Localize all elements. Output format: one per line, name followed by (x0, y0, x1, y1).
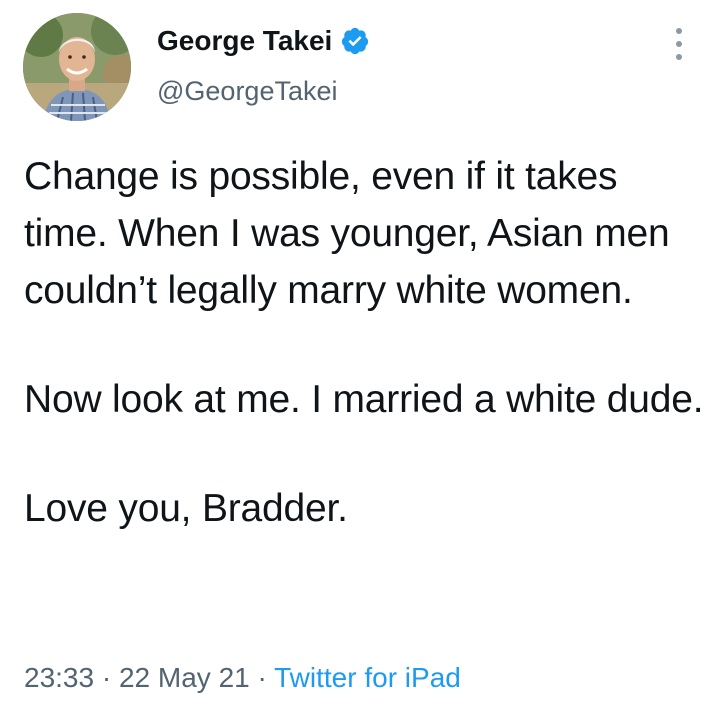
more-vertical-icon[interactable] (667, 28, 691, 60)
tweet-paragraph: Love you, Bradder. (24, 487, 348, 530)
tweet-paragraph: Now look at me. I married a white dude. (24, 378, 704, 421)
verified-badge-icon (342, 27, 369, 55)
more-dot (676, 28, 682, 34)
tweet-text: Change is possible, even if it takes tim… (24, 148, 704, 537)
tweet-paragraph: Change is possible, even if it takes tim… (24, 155, 670, 312)
meta-separator: · (257, 662, 267, 693)
tweet-date[interactable]: 22 May 21 (119, 662, 250, 693)
tweet-time[interactable]: 23:33 (24, 662, 94, 693)
author-handle[interactable]: @GeorgeTakei (157, 74, 338, 108)
author-name[interactable]: George Takei (157, 24, 370, 58)
avatar-photo-icon (23, 13, 131, 121)
meta-separator: · (101, 662, 112, 693)
more-dot (676, 41, 682, 47)
author-name-text[interactable]: George Takei (157, 24, 332, 58)
author-avatar[interactable] (23, 13, 131, 121)
more-dot (676, 54, 682, 60)
tweet-source-link[interactable]: Twitter for iPad (274, 662, 461, 693)
tweet-meta: 23:33 · 22 May 21 · Twitter for iPad (24, 660, 461, 696)
tweet-card: George Takei @GeorgeTakei Change is poss… (0, 0, 720, 718)
